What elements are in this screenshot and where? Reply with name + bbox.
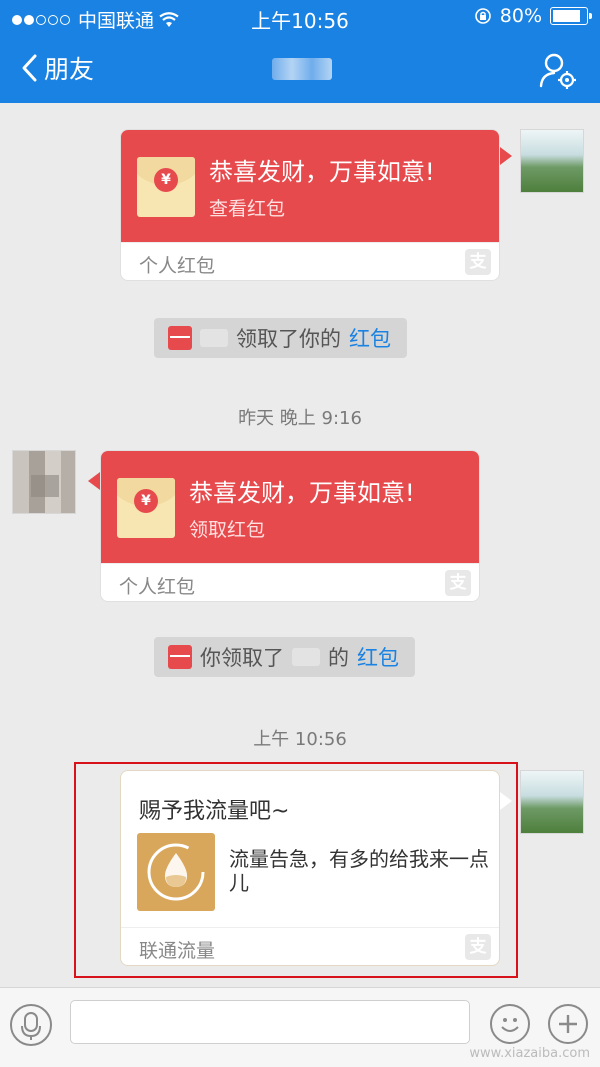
- back-label: 朋友: [44, 55, 95, 84]
- red-packet-action: 查看红包: [209, 198, 286, 220]
- battery-icon: [550, 7, 592, 25]
- friend-settings-icon[interactable]: [538, 52, 578, 90]
- battery-percent: 80%: [499, 5, 542, 27]
- system-notice-claimed: 你领取了 的 红包: [154, 637, 415, 677]
- blurred-name: [292, 648, 320, 666]
- system-notice-text: 领取了你的: [236, 327, 341, 351]
- system-notice-text-before: 你领取了: [200, 646, 284, 670]
- chevron-left-icon: [22, 54, 37, 82]
- red-packet-mini-icon: [168, 326, 192, 350]
- red-packet-type: 个人红包: [139, 255, 216, 277]
- red-packet-card-received[interactable]: ¥ 恭喜发财，万事如意! 领取红包 个人红包 支: [100, 450, 480, 602]
- red-packet-link[interactable]: 红包: [349, 323, 391, 353]
- blurred-name: [200, 329, 228, 347]
- highlight-box: [74, 762, 518, 978]
- system-notice-text-after: 的: [328, 646, 349, 670]
- header-bar: 中国联通 上午10:56 80% 朋友: [0, 0, 600, 103]
- red-envelope-icon: ¥: [137, 157, 195, 217]
- red-packet-action: 领取红包: [189, 519, 266, 541]
- nav-bar: 朋友: [0, 40, 600, 100]
- chat-title-blurred: [272, 58, 332, 80]
- timestamp: 上午 10:56: [253, 729, 347, 750]
- red-packet-link[interactable]: 红包: [357, 642, 399, 672]
- emoji-button[interactable]: [490, 1004, 530, 1044]
- alipay-icon: 支: [465, 249, 491, 275]
- avatar-friend[interactable]: [12, 450, 76, 514]
- status-right: 80%: [474, 5, 592, 27]
- emoji-icon: [501, 1018, 519, 1032]
- red-packet-top: ¥ 恭喜发财，万事如意! 领取红包: [101, 451, 479, 563]
- message-input[interactable]: [70, 1000, 470, 1044]
- red-packet-greeting: 恭喜发财，万事如意!: [189, 479, 415, 507]
- red-packet-mini-icon: [168, 645, 192, 669]
- red-packet-footer: 个人红包 支: [101, 563, 479, 601]
- microphone-icon: [21, 1012, 41, 1040]
- status-bar: 中国联通 上午10:56 80%: [0, 0, 600, 34]
- rotation-lock-icon: [474, 8, 491, 24]
- red-packet-type: 个人红包: [119, 576, 196, 598]
- red-packet-card-sent[interactable]: ¥ 恭喜发财，万事如意! 查看红包 个人红包 支: [120, 129, 500, 281]
- red-packet-footer: 个人红包 支: [121, 242, 499, 280]
- avatar-self[interactable]: [520, 129, 584, 193]
- site-watermark: www.xiazaiba.com: [469, 1046, 590, 1061]
- system-notice-received: 领取了你的 红包: [154, 318, 407, 358]
- red-envelope-icon: ¥: [117, 478, 175, 538]
- red-packet-greeting: 恭喜发财，万事如意!: [209, 158, 435, 186]
- timestamp: 昨天 晚上 9:16: [238, 408, 362, 429]
- input-bar: www.xiazaiba.com: [0, 987, 600, 1067]
- bubble-tail: [88, 472, 100, 490]
- voice-input-button[interactable]: [10, 1004, 52, 1046]
- more-icon: [559, 1015, 577, 1033]
- red-packet-top: ¥ 恭喜发财，万事如意! 查看红包: [121, 130, 499, 242]
- avatar-self[interactable]: [520, 770, 584, 834]
- back-button[interactable]: 朋友: [20, 50, 94, 86]
- alipay-icon: 支: [445, 570, 471, 596]
- more-button[interactable]: [548, 1004, 588, 1044]
- bubble-tail: [500, 147, 512, 165]
